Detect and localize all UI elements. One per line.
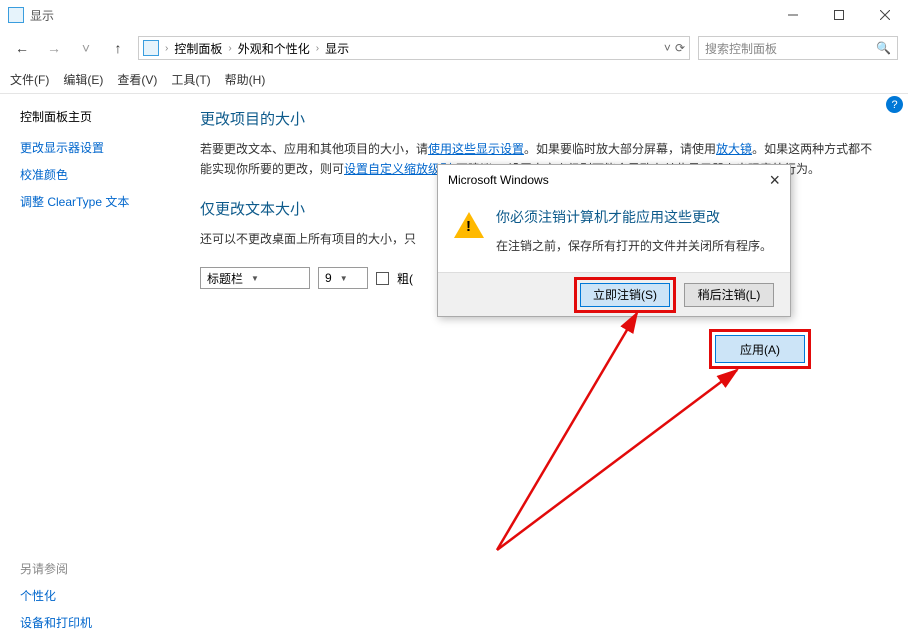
chevron-right-icon: › — [316, 43, 319, 54]
size-select[interactable]: 9 ▼ — [318, 267, 368, 289]
location-icon — [143, 40, 159, 56]
back-button[interactable]: ← — [10, 36, 34, 60]
warning-icon — [454, 211, 484, 239]
search-input[interactable]: 搜索控制面板 🔍 — [698, 36, 898, 60]
menu-edit[interactable]: 编辑(E) — [63, 71, 103, 88]
search-icon: 🔍 — [876, 41, 891, 55]
dialog: Microsoft Windows × 你必须注销计算机才能应用这些更改 在注销… — [437, 164, 791, 317]
menu-view[interactable]: 查看(V) — [117, 71, 157, 88]
menu-file[interactable]: 文件(F) — [10, 71, 49, 88]
link-display-settings[interactable]: 使用这些显示设置 — [428, 142, 524, 156]
chevron-right-icon: › — [165, 43, 168, 54]
item-select[interactable]: 标题栏 ▼ — [200, 267, 310, 289]
forward-button[interactable]: → — [42, 36, 66, 60]
bold-checkbox[interactable] — [376, 272, 389, 285]
page-heading: 更改项目的大小 — [200, 108, 878, 129]
sidebar-link-calibrate-color[interactable]: 校准颜色 — [20, 166, 180, 183]
dialog-message-secondary: 在注销之前，保存所有打开的文件并关闭所有程序。 — [496, 237, 772, 254]
chevron-down-icon: ▼ — [340, 274, 348, 283]
up-button[interactable]: ↑ — [106, 36, 130, 60]
link-magnifier[interactable]: 放大镜 — [716, 142, 752, 156]
logoff-later-button[interactable]: 稍后注销(L) — [684, 283, 774, 307]
window-title: 显示 — [30, 7, 770, 24]
breadcrumb-item[interactable]: 控制面板 — [174, 40, 222, 57]
breadcrumb-item[interactable]: 外观和个性化 — [238, 40, 310, 57]
search-placeholder: 搜索控制面板 — [705, 40, 777, 57]
maximize-button[interactable] — [816, 0, 862, 30]
bold-label: 粗( — [397, 270, 413, 287]
sidebar: 控制面板主页 更改显示器设置 校准颜色 调整 ClearType 文本 另请参阅… — [0, 94, 190, 624]
sidebar-home[interactable]: 控制面板主页 — [20, 108, 180, 125]
sidebar-link-display-settings[interactable]: 更改显示器设置 — [20, 139, 180, 156]
navbar: ← → ˅ ↑ › 控制面板 › 外观和个性化 › 显示 ˅ ⟳ 搜索控制面板 … — [0, 30, 908, 66]
see-also-heading: 另请参阅 — [20, 560, 180, 577]
address-bar[interactable]: › 控制面板 › 外观和个性化 › 显示 ˅ ⟳ — [138, 36, 690, 60]
breadcrumb-item[interactable]: 显示 — [325, 40, 349, 57]
sidebar-link-personalization[interactable]: 个性化 — [20, 587, 180, 604]
dialog-footer: 立即注销(S) 稍后注销(L) — [438, 272, 790, 316]
titlebar: 显示 — [0, 0, 908, 30]
minimize-button[interactable] — [770, 0, 816, 30]
menu-tools[interactable]: 工具(T) — [171, 71, 210, 88]
refresh-icon[interactable]: ⟳ — [675, 41, 685, 55]
apply-button[interactable]: 应用(A) — [715, 335, 805, 363]
app-icon — [8, 7, 24, 23]
menubar: 文件(F) 编辑(E) 查看(V) 工具(T) 帮助(H) — [0, 66, 908, 94]
chevron-down-icon[interactable]: ˅ — [664, 41, 671, 55]
dialog-titlebar: Microsoft Windows × — [438, 165, 790, 195]
logoff-now-button[interactable]: 立即注销(S) — [580, 283, 670, 307]
chevron-right-icon: › — [228, 43, 231, 54]
dialog-title: Microsoft Windows — [448, 173, 549, 187]
size-select-value: 9 — [325, 271, 332, 285]
sidebar-link-cleartype[interactable]: 调整 ClearType 文本 — [20, 193, 180, 210]
sidebar-link-devices-printers[interactable]: 设备和打印机 — [20, 614, 180, 631]
dropdown-history[interactable]: ˅ — [74, 36, 98, 60]
close-button[interactable] — [862, 0, 908, 30]
menu-help[interactable]: 帮助(H) — [225, 71, 266, 88]
chevron-down-icon: ▼ — [251, 274, 259, 283]
item-select-value: 标题栏 — [207, 270, 243, 287]
dialog-message-primary: 你必须注销计算机才能应用这些更改 — [496, 207, 772, 227]
dialog-close-button[interactable]: × — [769, 170, 780, 191]
link-custom-scaling[interactable]: 设置自定义缩放级别 — [344, 162, 452, 176]
